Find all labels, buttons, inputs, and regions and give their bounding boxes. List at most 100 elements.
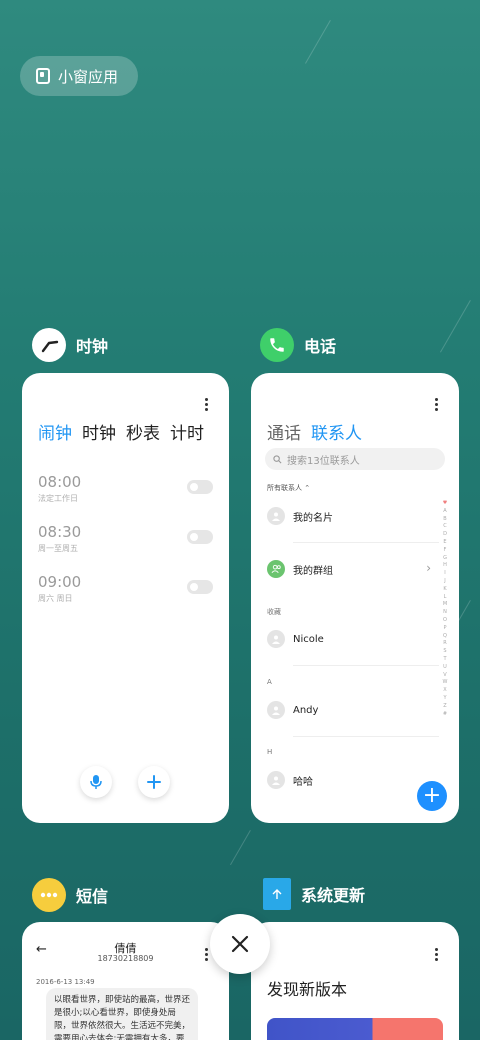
- alarm-time: 08:30: [38, 523, 82, 541]
- avatar: [267, 701, 285, 719]
- rain-streak: [440, 300, 471, 353]
- clock-card[interactable]: 闹钟 时钟 秒表 计时 08:00 法定工作日 08:30 周一至周五 09:0…: [22, 373, 229, 823]
- index-letter[interactable]: E: [443, 539, 446, 547]
- index-letter[interactable]: #: [443, 711, 447, 719]
- contact-row[interactable]: Nicole: [267, 630, 324, 648]
- index-letter[interactable]: Z: [443, 703, 446, 711]
- clock-app-name: 时钟: [76, 337, 109, 356]
- index-letter[interactable]: H: [443, 562, 447, 570]
- clock-tabs: 闹钟 时钟 秒表 计时: [38, 419, 204, 444]
- index-letter[interactable]: J: [444, 578, 445, 586]
- contact-name: Nicole: [293, 633, 324, 645]
- more-menu-icon[interactable]: [435, 398, 439, 411]
- alarm-toggle[interactable]: [187, 480, 213, 494]
- index-letter[interactable]: P: [443, 625, 446, 633]
- mini-window-label: 小窗应用: [58, 67, 119, 86]
- avatar: [267, 507, 285, 525]
- section-header: A: [267, 678, 272, 686]
- alarm-item[interactable]: 08:30 周一至周五: [38, 523, 81, 554]
- update-card[interactable]: 发现新版本: [251, 922, 459, 1040]
- plus-icon: [147, 775, 161, 789]
- sort-icon: ⌃: [304, 484, 311, 492]
- index-letter[interactable]: R: [443, 640, 446, 648]
- index-letter[interactable]: M: [443, 601, 447, 609]
- alphabet-index[interactable]: ♥ A B C D E F G H I J K L M N O P Q R S T U V W X Y Z #: [441, 500, 449, 718]
- search-placeholder: 搜索13位联系人: [287, 455, 360, 467]
- update-banner: [267, 1018, 443, 1040]
- contact-row[interactable]: Andy: [267, 701, 318, 719]
- phone-card[interactable]: 通话 联系人 搜索13位联系人 所有联系人 ⌃ 我的名片 我的群组 › 收藏 N…: [251, 373, 459, 823]
- contact-name: Andy: [293, 704, 319, 716]
- index-letter[interactable]: V: [443, 672, 446, 680]
- clock-app-header[interactable]: 时钟: [32, 328, 108, 362]
- update-title: 发现新版本: [267, 980, 348, 999]
- avatar: [267, 630, 285, 648]
- index-letter[interactable]: X: [443, 687, 446, 695]
- system-update-icon: [263, 878, 291, 910]
- tab-alarm[interactable]: 闹钟: [38, 419, 72, 444]
- add-contact-button[interactable]: +: [417, 781, 447, 811]
- my-group-row[interactable]: 我的群组: [267, 560, 333, 578]
- chevron-right-icon: ›: [426, 561, 431, 575]
- my-card-label: 我的名片: [293, 512, 333, 524]
- index-letter[interactable]: A: [443, 508, 446, 516]
- divider: [293, 542, 439, 543]
- tab-contacts[interactable]: 联系人: [311, 419, 362, 444]
- alarm-item[interactable]: 09:00 周六 周日: [38, 573, 81, 604]
- phone-app-header[interactable]: 电话: [260, 328, 336, 362]
- index-letter[interactable]: G: [443, 555, 447, 563]
- index-letter[interactable]: O: [443, 617, 447, 625]
- mini-window-button[interactable]: 小窗应用: [20, 56, 138, 96]
- index-letter[interactable]: Y: [443, 695, 446, 703]
- tab-timer[interactable]: 计时: [170, 419, 204, 444]
- index-letter[interactable]: B: [443, 516, 446, 524]
- index-letter[interactable]: U: [443, 664, 447, 672]
- index-letter[interactable]: S: [443, 648, 446, 656]
- contact-row[interactable]: 哈哈: [267, 771, 313, 789]
- voice-button[interactable]: [80, 766, 112, 798]
- contact-search-input[interactable]: 搜索13位联系人: [265, 448, 445, 470]
- all-contacts-filter[interactable]: 所有联系人 ⌃: [267, 483, 310, 493]
- phone-tabs: 通话 联系人: [267, 419, 362, 444]
- sms-card[interactable]: ← 倩倩 18730218809 2016-6-13 13:49 以眼看世界，即…: [22, 922, 229, 1040]
- more-menu-icon[interactable]: [435, 948, 439, 961]
- index-letter[interactable]: D: [443, 531, 447, 539]
- index-letter[interactable]: L: [444, 594, 447, 602]
- tab-calls[interactable]: 通话: [267, 419, 301, 444]
- tab-stopwatch[interactable]: 秒表: [126, 419, 160, 444]
- mini-window-icon: [36, 68, 50, 84]
- tab-clock[interactable]: 时钟: [82, 419, 116, 444]
- section-header: H: [267, 748, 273, 756]
- index-letter[interactable]: W: [443, 679, 448, 687]
- sms-app-header[interactable]: 短信: [32, 878, 108, 912]
- add-alarm-button[interactable]: [138, 766, 170, 798]
- more-menu-icon[interactable]: [205, 398, 209, 411]
- index-letter[interactable]: F: [444, 547, 447, 555]
- alarm-toggle[interactable]: [187, 530, 213, 544]
- alarm-toggle[interactable]: [187, 580, 213, 594]
- divider: [293, 665, 439, 666]
- index-letter[interactable]: N: [443, 609, 447, 617]
- search-icon: [273, 454, 282, 463]
- index-letter[interactable]: T: [443, 656, 446, 664]
- index-letter[interactable]: C: [443, 523, 447, 531]
- phone-app-name: 电话: [304, 337, 337, 356]
- index-letter[interactable]: K: [443, 586, 446, 594]
- group-icon: [267, 560, 285, 578]
- alarm-item[interactable]: 08:00 法定工作日: [38, 473, 81, 504]
- my-card-row[interactable]: 我的名片: [267, 507, 333, 525]
- contact-name: 哈哈: [293, 776, 313, 788]
- sms-contact-number: 18730218809: [97, 954, 154, 963]
- message-bubble: 以眼看世界，即使站的最高，世界还是很小;以心看世界，即使身处局限，世界依然很大。…: [46, 988, 198, 1040]
- section-header: 收藏: [267, 608, 281, 616]
- sms-app-name: 短信: [76, 887, 109, 906]
- more-menu-icon[interactable]: [205, 948, 209, 961]
- alarm-time: 08:00: [38, 473, 82, 491]
- index-letter[interactable]: Q: [443, 633, 447, 641]
- my-group-label: 我的群组: [293, 565, 333, 577]
- close-icon: [231, 935, 249, 953]
- index-letter[interactable]: I: [444, 570, 445, 578]
- clear-all-button[interactable]: [210, 914, 270, 974]
- update-app-header[interactable]: 系统更新: [263, 878, 365, 910]
- index-letter[interactable]: ♥: [443, 500, 447, 508]
